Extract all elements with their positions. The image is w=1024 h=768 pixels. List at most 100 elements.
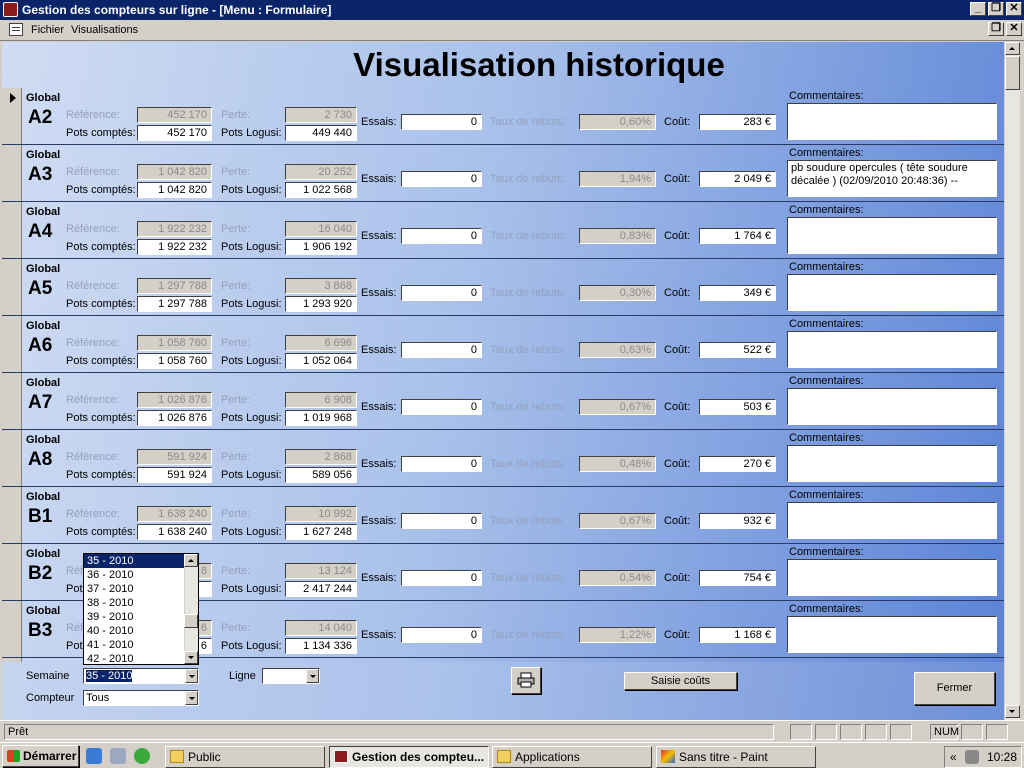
taskbar-applications[interactable]: Applications — [492, 746, 652, 768]
cout-field[interactable]: 754 € — [699, 570, 776, 586]
compteur-dropdown-arrow[interactable] — [185, 691, 198, 705]
close-button[interactable]: ✕ — [1006, 2, 1022, 16]
essais-field[interactable]: 0 — [401, 456, 482, 472]
semaine-option[interactable]: 40 - 2010 — [84, 624, 198, 638]
cout-field[interactable]: 270 € — [699, 456, 776, 472]
pots-logusi-field[interactable]: 1 022 568 — [285, 182, 357, 198]
scroll-thumb[interactable] — [184, 614, 198, 628]
pots-comptes-field[interactable]: 1 922 232 — [137, 239, 212, 255]
semaine-option[interactable]: 39 - 2010 — [84, 610, 198, 624]
taskbar-gestion[interactable]: Gestion des compteu... — [329, 746, 489, 768]
essais-field[interactable]: 0 — [401, 570, 482, 586]
semaine-option[interactable]: 42 - 2010 — [84, 652, 198, 666]
commentaires-field[interactable] — [787, 103, 997, 140]
commentaires-field[interactable] — [787, 331, 997, 368]
perte-field: 16 040 — [285, 221, 357, 237]
cout-field[interactable]: 503 € — [699, 399, 776, 415]
form-scroll-down-icon[interactable] — [1005, 705, 1020, 718]
pots-logusi-field[interactable]: 2 417 244 — [285, 581, 357, 597]
essais-field[interactable]: 0 — [401, 285, 482, 301]
essais-field[interactable]: 0 — [401, 513, 482, 529]
pots-comptes-field[interactable]: 1 042 820 — [137, 182, 212, 198]
taskbar-public[interactable]: Public — [165, 746, 325, 768]
restore-button[interactable]: ❐ — [988, 2, 1004, 16]
menu-fichier[interactable]: Fichier — [31, 24, 64, 36]
cout-field[interactable]: 932 € — [699, 513, 776, 529]
recycle-icon[interactable] — [134, 748, 150, 764]
fermer-button[interactable]: Fermer — [914, 672, 995, 705]
essais-field[interactable]: 0 — [401, 114, 482, 130]
ligne-combo[interactable] — [262, 668, 320, 684]
window-title: Gestion des compteurs sur ligne - [Menu … — [22, 3, 332, 17]
semaine-option[interactable]: 41 - 2010 — [84, 638, 198, 652]
commentaires-field[interactable]: pb soudure opercules ( tête soudure déca… — [787, 160, 997, 197]
pots-comptes-field[interactable]: 1 058 760 — [137, 353, 212, 369]
cout-field[interactable]: 349 € — [699, 285, 776, 301]
cout-field[interactable]: 1 764 € — [699, 228, 776, 244]
commentaires-field[interactable] — [787, 445, 997, 482]
commentaires-field[interactable] — [787, 616, 997, 653]
pots-logusi-field[interactable]: 1 627 248 — [285, 524, 357, 540]
dropdown-scrollbar[interactable] — [184, 554, 198, 664]
pots-comptes-field[interactable]: 1 297 788 — [137, 296, 212, 312]
pots-logusi-field[interactable]: 1 019 968 — [285, 410, 357, 426]
pots-comptes-field[interactable]: 452 170 — [137, 125, 212, 141]
commentaires-field[interactable] — [787, 274, 997, 311]
semaine-dropdown-arrow[interactable] — [185, 669, 198, 683]
doc-close-button[interactable]: ✕ — [1006, 22, 1022, 36]
cout-field[interactable]: 2 049 € — [699, 171, 776, 187]
saisie-couts-button[interactable]: Saisie coûts — [624, 672, 737, 690]
pots-logusi-field[interactable]: 449 440 — [285, 125, 357, 141]
doc-restore-button[interactable]: ❐ — [988, 22, 1004, 36]
pots-logusi-field[interactable]: 1 134 336 — [285, 638, 357, 654]
form-scrollbar[interactable] — [1004, 42, 1020, 720]
menu-visualisations[interactable]: Visualisations — [71, 24, 138, 36]
commentaires-field[interactable] — [787, 502, 997, 539]
calculator-icon[interactable] — [110, 748, 126, 764]
semaine-option[interactable]: 38 - 2010 — [84, 596, 198, 610]
semaine-dropdown-list[interactable]: 35 - 2010 36 - 2010 37 - 2010 38 - 2010 39 -… — [83, 553, 199, 665]
commentaires-field[interactable] — [787, 217, 997, 254]
scroll-up-arrow-icon[interactable] — [184, 554, 198, 567]
essais-field[interactable]: 0 — [401, 627, 482, 643]
form-icon[interactable] — [9, 23, 23, 36]
taskbar-paint[interactable]: Sans titre - Paint — [656, 746, 816, 768]
compteur-combo[interactable]: Tous — [83, 690, 199, 706]
taux-rebuts-label: Taux de rebuts: — [490, 515, 566, 527]
essais-field[interactable]: 0 — [401, 399, 482, 415]
cout-field[interactable]: 283 € — [699, 114, 776, 130]
essais-label: Essais: — [361, 515, 397, 527]
essais-field[interactable]: 0 — [401, 342, 482, 358]
start-button[interactable]: Démarrer — [2, 745, 79, 767]
ie-icon[interactable] — [86, 748, 102, 764]
tray-expand-icon[interactable]: « — [950, 747, 957, 767]
essais-field[interactable]: 0 — [401, 228, 482, 244]
pots-logusi-field[interactable]: 1 052 064 — [285, 353, 357, 369]
form-scroll-thumb[interactable] — [1005, 56, 1020, 90]
pots-logusi-field[interactable]: 1 906 192 — [285, 239, 357, 255]
commentaires-field[interactable] — [787, 559, 997, 596]
semaine-option[interactable]: 37 - 2010 — [84, 582, 198, 596]
pots-logusi-field[interactable]: 1 293 920 — [285, 296, 357, 312]
minimize-button[interactable]: _ — [970, 2, 986, 16]
reference-label: Référence: — [66, 508, 120, 520]
semaine-option[interactable]: 36 - 2010 — [84, 568, 198, 582]
cout-field[interactable]: 522 € — [699, 342, 776, 358]
semaine-combo[interactable]: 35 - 2010 — [83, 668, 199, 684]
essais-field[interactable]: 0 — [401, 171, 482, 187]
record-row: Global A7 Référence: 1 026 876 Pots comptés:… — [2, 373, 1004, 430]
pots-comptes-field[interactable]: 1 638 240 — [137, 524, 212, 540]
commentaires-field[interactable] — [787, 388, 997, 425]
status-pane — [890, 724, 912, 740]
volume-icon[interactable] — [965, 750, 979, 764]
pots-logusi-field[interactable]: 589 056 — [285, 467, 357, 483]
scroll-down-arrow-icon[interactable] — [184, 651, 198, 664]
pots-comptes-field[interactable]: 591 924 — [137, 467, 212, 483]
form-scroll-up-icon[interactable] — [1005, 42, 1020, 55]
ligne-dropdown-arrow[interactable] — [306, 669, 319, 683]
commentaires-label: Commentaires: — [789, 603, 864, 615]
semaine-option[interactable]: 35 - 2010 — [84, 554, 198, 568]
cout-field[interactable]: 1 168 € — [699, 627, 776, 643]
print-button[interactable] — [511, 667, 541, 694]
pots-comptes-field[interactable]: 1 026 876 — [137, 410, 212, 426]
